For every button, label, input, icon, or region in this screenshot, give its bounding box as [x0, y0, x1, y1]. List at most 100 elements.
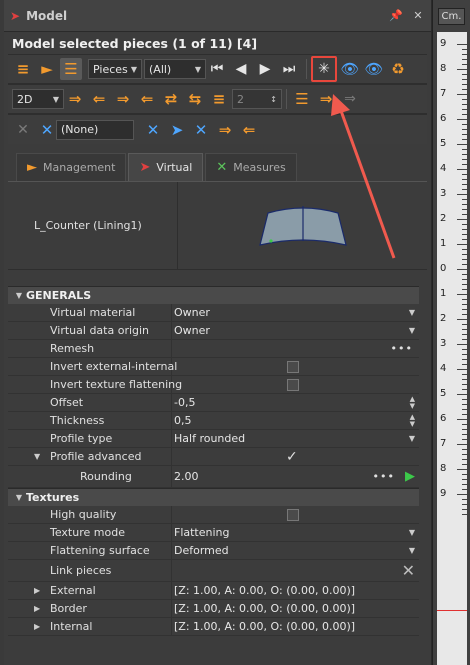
high-quality-checkbox[interactable]	[287, 509, 299, 521]
ruler-tick	[462, 189, 467, 190]
prop-virtual-data-origin[interactable]: Virtual data origin Owner ▼	[8, 322, 419, 340]
ruler-tick	[462, 104, 467, 105]
invert-texture-flattening-checkbox[interactable]	[287, 379, 299, 391]
checkmark-icon[interactable]: ✓	[286, 449, 298, 465]
ruler-tick	[462, 204, 467, 205]
toolbar-selection: ≡ ► ☰ Pieces ▼ (All) ▼ ⏮ ◀ ▶ ⏭ ✳ 👁 👁 ♻	[8, 54, 427, 84]
piece-list-icon[interactable]: ☰	[291, 88, 313, 110]
expand-icon[interactable]: ▶	[34, 622, 40, 631]
first-icon[interactable]: ⏮	[206, 58, 228, 80]
offset-stepper[interactable]: -0,5 ▲ ▼	[172, 394, 419, 411]
thickness-stepper[interactable]: 0,5 ▲ ▼	[172, 412, 419, 429]
piece-paste-icon[interactable]: ⇐	[136, 88, 158, 110]
collapse-icon[interactable]: ▼	[34, 452, 40, 461]
ruler-label: 0	[440, 263, 447, 274]
ruler-label: 2	[440, 313, 447, 324]
reference-line-icon[interactable]: ✕	[12, 119, 34, 141]
prop-thickness[interactable]: Thickness 0,5 ▲ ▼	[8, 412, 419, 430]
reference-select[interactable]: (None)	[56, 119, 134, 140]
prop-remesh[interactable]: Remesh •••	[8, 340, 419, 358]
reference-piece2-icon[interactable]: ⇐	[238, 119, 260, 141]
close-icon[interactable]: ✕	[411, 9, 425, 23]
prop-profile-type[interactable]: Profile type Half rounded ▼	[8, 430, 419, 448]
ruler-tick	[462, 179, 467, 180]
pin-icon[interactable]: 📌	[389, 9, 403, 23]
prop-offset[interactable]: Offset -0,5 ▲ ▼	[8, 394, 419, 412]
spin-icon[interactable]: ▲ ▼	[410, 413, 415, 428]
ruler[interactable]: 9 8 7 6 5 4 3 2 1 0 1 2 3 4 5 6 7 8 9	[437, 32, 467, 665]
prop-texture-mode[interactable]: Texture mode Flattening ▼	[8, 524, 419, 542]
section-textures[interactable]: ▼ Textures	[8, 488, 419, 506]
ruler-tick	[462, 264, 467, 265]
ellipsis-button[interactable]: •••	[373, 470, 395, 483]
tab-virtual[interactable]: ➤ Virtual	[128, 153, 204, 181]
texture-mode-select[interactable]: Flattening ▼	[172, 524, 419, 541]
expand-icon[interactable]: ▶	[34, 586, 40, 595]
prop-border[interactable]: ▶ Border [Z: 1.00, A: 0.00, O: (0.00, 0.0…	[8, 600, 419, 618]
prop-external[interactable]: ▶ External [Z: 1.00, A: 0.00, O: (0.00, 0…	[8, 582, 419, 600]
ellipsis-button[interactable]: •••	[391, 342, 413, 355]
center-view-icon[interactable]: ✳	[311, 56, 337, 82]
reference-point-icon[interactable]: ✕	[36, 119, 58, 141]
eye-add-icon[interactable]: 👁	[363, 58, 385, 80]
prop-profile-advanced[interactable]: ▼ Profile advanced ✓	[8, 448, 419, 466]
play-icon[interactable]: ▶	[405, 469, 415, 484]
ruler-tick	[462, 54, 467, 55]
prop-rounding[interactable]: Rounding 2.00 ••• ▶	[8, 466, 419, 488]
ruler-tick	[462, 279, 467, 280]
next-icon[interactable]: ▶	[254, 58, 276, 80]
section-generals[interactable]: ▼ GENERALS	[8, 286, 419, 304]
piece-export-icon[interactable]: ⇒	[315, 88, 337, 110]
piece-disabled-icon[interactable]: ⇒	[339, 88, 361, 110]
tab-management[interactable]: ► Management	[16, 153, 127, 181]
prop-internal[interactable]: ▶ Internal [Z: 1.00, A: 0.00, O: (0.00, 0…	[8, 618, 419, 636]
ruler-label: 8	[440, 463, 447, 474]
piece-select-icon[interactable]: ►	[36, 58, 58, 80]
prop-virtual-material[interactable]: Virtual material Owner ▼	[8, 304, 419, 322]
prop-invert-texture-flattening[interactable]: Invert texture flattening	[8, 376, 419, 394]
clear-icon[interactable]: ✕	[402, 561, 415, 580]
piece-mirror-icon[interactable]: ⇆	[184, 88, 206, 110]
last-icon[interactable]: ⏭	[278, 58, 300, 80]
flattening-surface-select[interactable]: Deformed ▼	[172, 542, 419, 559]
virtual-data-origin-select[interactable]: Owner ▼	[172, 322, 419, 339]
copies-stepper[interactable]: 2 ↕	[232, 89, 282, 109]
virtual-material-select[interactable]: Owner ▼	[172, 304, 419, 321]
piece-copy-icon[interactable]: ⇒	[112, 88, 134, 110]
ruler-tick	[457, 294, 467, 295]
expand-icon[interactable]: ▶	[34, 604, 40, 613]
piece-refresh-icon[interactable]: ♻	[387, 58, 409, 80]
previous-icon[interactable]: ◀	[230, 58, 252, 80]
profile-type-select[interactable]: Half rounded ▼	[172, 430, 419, 447]
ruler-tick	[462, 109, 467, 110]
eye-show-icon[interactable]: 👁	[339, 58, 361, 80]
piece-stack-icon[interactable]: ≡	[208, 88, 230, 110]
list-pieces-icon[interactable]: ☰	[60, 58, 82, 80]
invert-external-internal-checkbox[interactable]	[287, 361, 299, 373]
piece-row[interactable]: L_Counter (Lining1)	[8, 182, 427, 270]
prop-link-pieces[interactable]: Link pieces ✕	[8, 560, 419, 582]
ruler-tick	[462, 314, 467, 315]
reference-swap-icon[interactable]: ✕	[190, 119, 212, 141]
prop-high-quality[interactable]: High quality	[8, 506, 419, 524]
add-piece-icon[interactable]: ⇒	[64, 88, 86, 110]
spin-icon[interactable]: ▲ ▼	[410, 395, 415, 410]
reference-add-icon[interactable]: ✕	[142, 119, 164, 141]
remove-piece-icon[interactable]: ⇐	[88, 88, 110, 110]
view-mode-select[interactable]: 2D ▼	[12, 89, 64, 109]
ruler-tick	[457, 394, 467, 395]
prop-label: Remesh	[8, 340, 172, 357]
tab-measures[interactable]: ✕ Measures	[205, 153, 297, 181]
reference-piece-icon[interactable]: ⇒	[214, 119, 236, 141]
unit-button[interactable]: Cm.	[437, 7, 466, 25]
prop-flattening-surface[interactable]: Flattening surface Deformed ▼	[8, 542, 419, 560]
piece-swap-icon[interactable]: ⇄	[160, 88, 182, 110]
filter-select[interactable]: (All) ▼	[144, 59, 206, 79]
chevron-down-icon: ▼	[130, 64, 137, 74]
prop-invert-external-internal[interactable]: Invert external-internal	[8, 358, 419, 376]
select-all-pieces-icon[interactable]: ≡	[12, 58, 34, 80]
reference-cursor-icon[interactable]: ➤	[166, 119, 188, 141]
pieces-select[interactable]: Pieces ▼	[88, 59, 142, 79]
rounding-value[interactable]: 2.00 ••• ▶	[172, 466, 419, 487]
ruler-tick	[462, 364, 467, 365]
